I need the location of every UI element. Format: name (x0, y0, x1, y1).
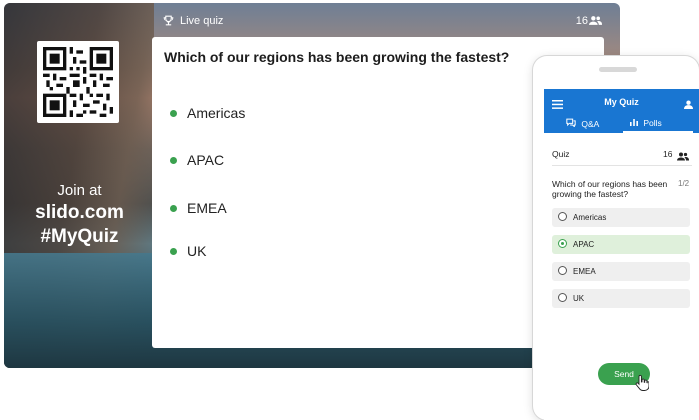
chat-icon (566, 118, 576, 128)
live-quiz-label: Live quiz (180, 15, 224, 27)
bullet-dot (170, 156, 177, 164)
answer-option: UK (170, 243, 206, 259)
radio-icon[interactable] (558, 266, 567, 275)
question-pager: 1/2 (678, 179, 690, 188)
question-title: Which of our regions has been growing th… (164, 49, 510, 65)
active-tab-indicator (623, 131, 693, 133)
event-code: #MyQuiz (40, 226, 119, 247)
poll-option-americas[interactable]: Americas (552, 208, 690, 227)
join-label: Join at (57, 182, 102, 199)
quiz-label: Quiz (552, 149, 570, 159)
qr-code (37, 41, 119, 123)
join-instructions: Join at slido.com #MyQuiz (12, 181, 147, 249)
poll-option-emea[interactable]: EMEA (552, 262, 690, 281)
hand-cursor-icon (635, 374, 650, 396)
bar-chart-icon (630, 119, 638, 126)
slide-topbar: Live quiz 16 (160, 10, 602, 32)
phone-question: Which of our regions has been growing th… (552, 179, 668, 199)
answer-option: EMEA (170, 200, 227, 216)
app-title: My Quiz (604, 97, 639, 107)
divider (552, 165, 692, 166)
app-bar: My Quiz Q&A Polls (544, 89, 699, 133)
join-url: slido.com (35, 202, 124, 223)
people-icon (589, 15, 602, 29)
phone-screen: My Quiz Q&A Polls Quiz 16 Which of our r… (544, 89, 699, 420)
tab-qa[interactable]: Q&A (566, 118, 599, 133)
user-icon[interactable] (684, 96, 693, 114)
phone-mockup: My Quiz Q&A Polls Quiz 16 Which of our r… (533, 56, 699, 420)
poll-option-uk[interactable]: UK (552, 289, 690, 308)
radio-icon[interactable] (558, 212, 567, 221)
bullet-dot (170, 204, 177, 212)
radio-icon[interactable] (558, 293, 567, 302)
people-icon (677, 148, 689, 166)
answer-option: Americas (170, 105, 245, 121)
bullet-dot (170, 247, 177, 255)
participant-count: 16 (575, 15, 588, 27)
radio-icon[interactable] (558, 239, 567, 248)
answer-option: APAC (170, 152, 224, 168)
poll-option-apac[interactable]: APAC (552, 235, 690, 254)
phone-participant-count: 16 (663, 149, 673, 159)
trophy-icon (162, 14, 175, 30)
phone-speaker (599, 67, 637, 72)
bullet-dot (170, 109, 177, 117)
